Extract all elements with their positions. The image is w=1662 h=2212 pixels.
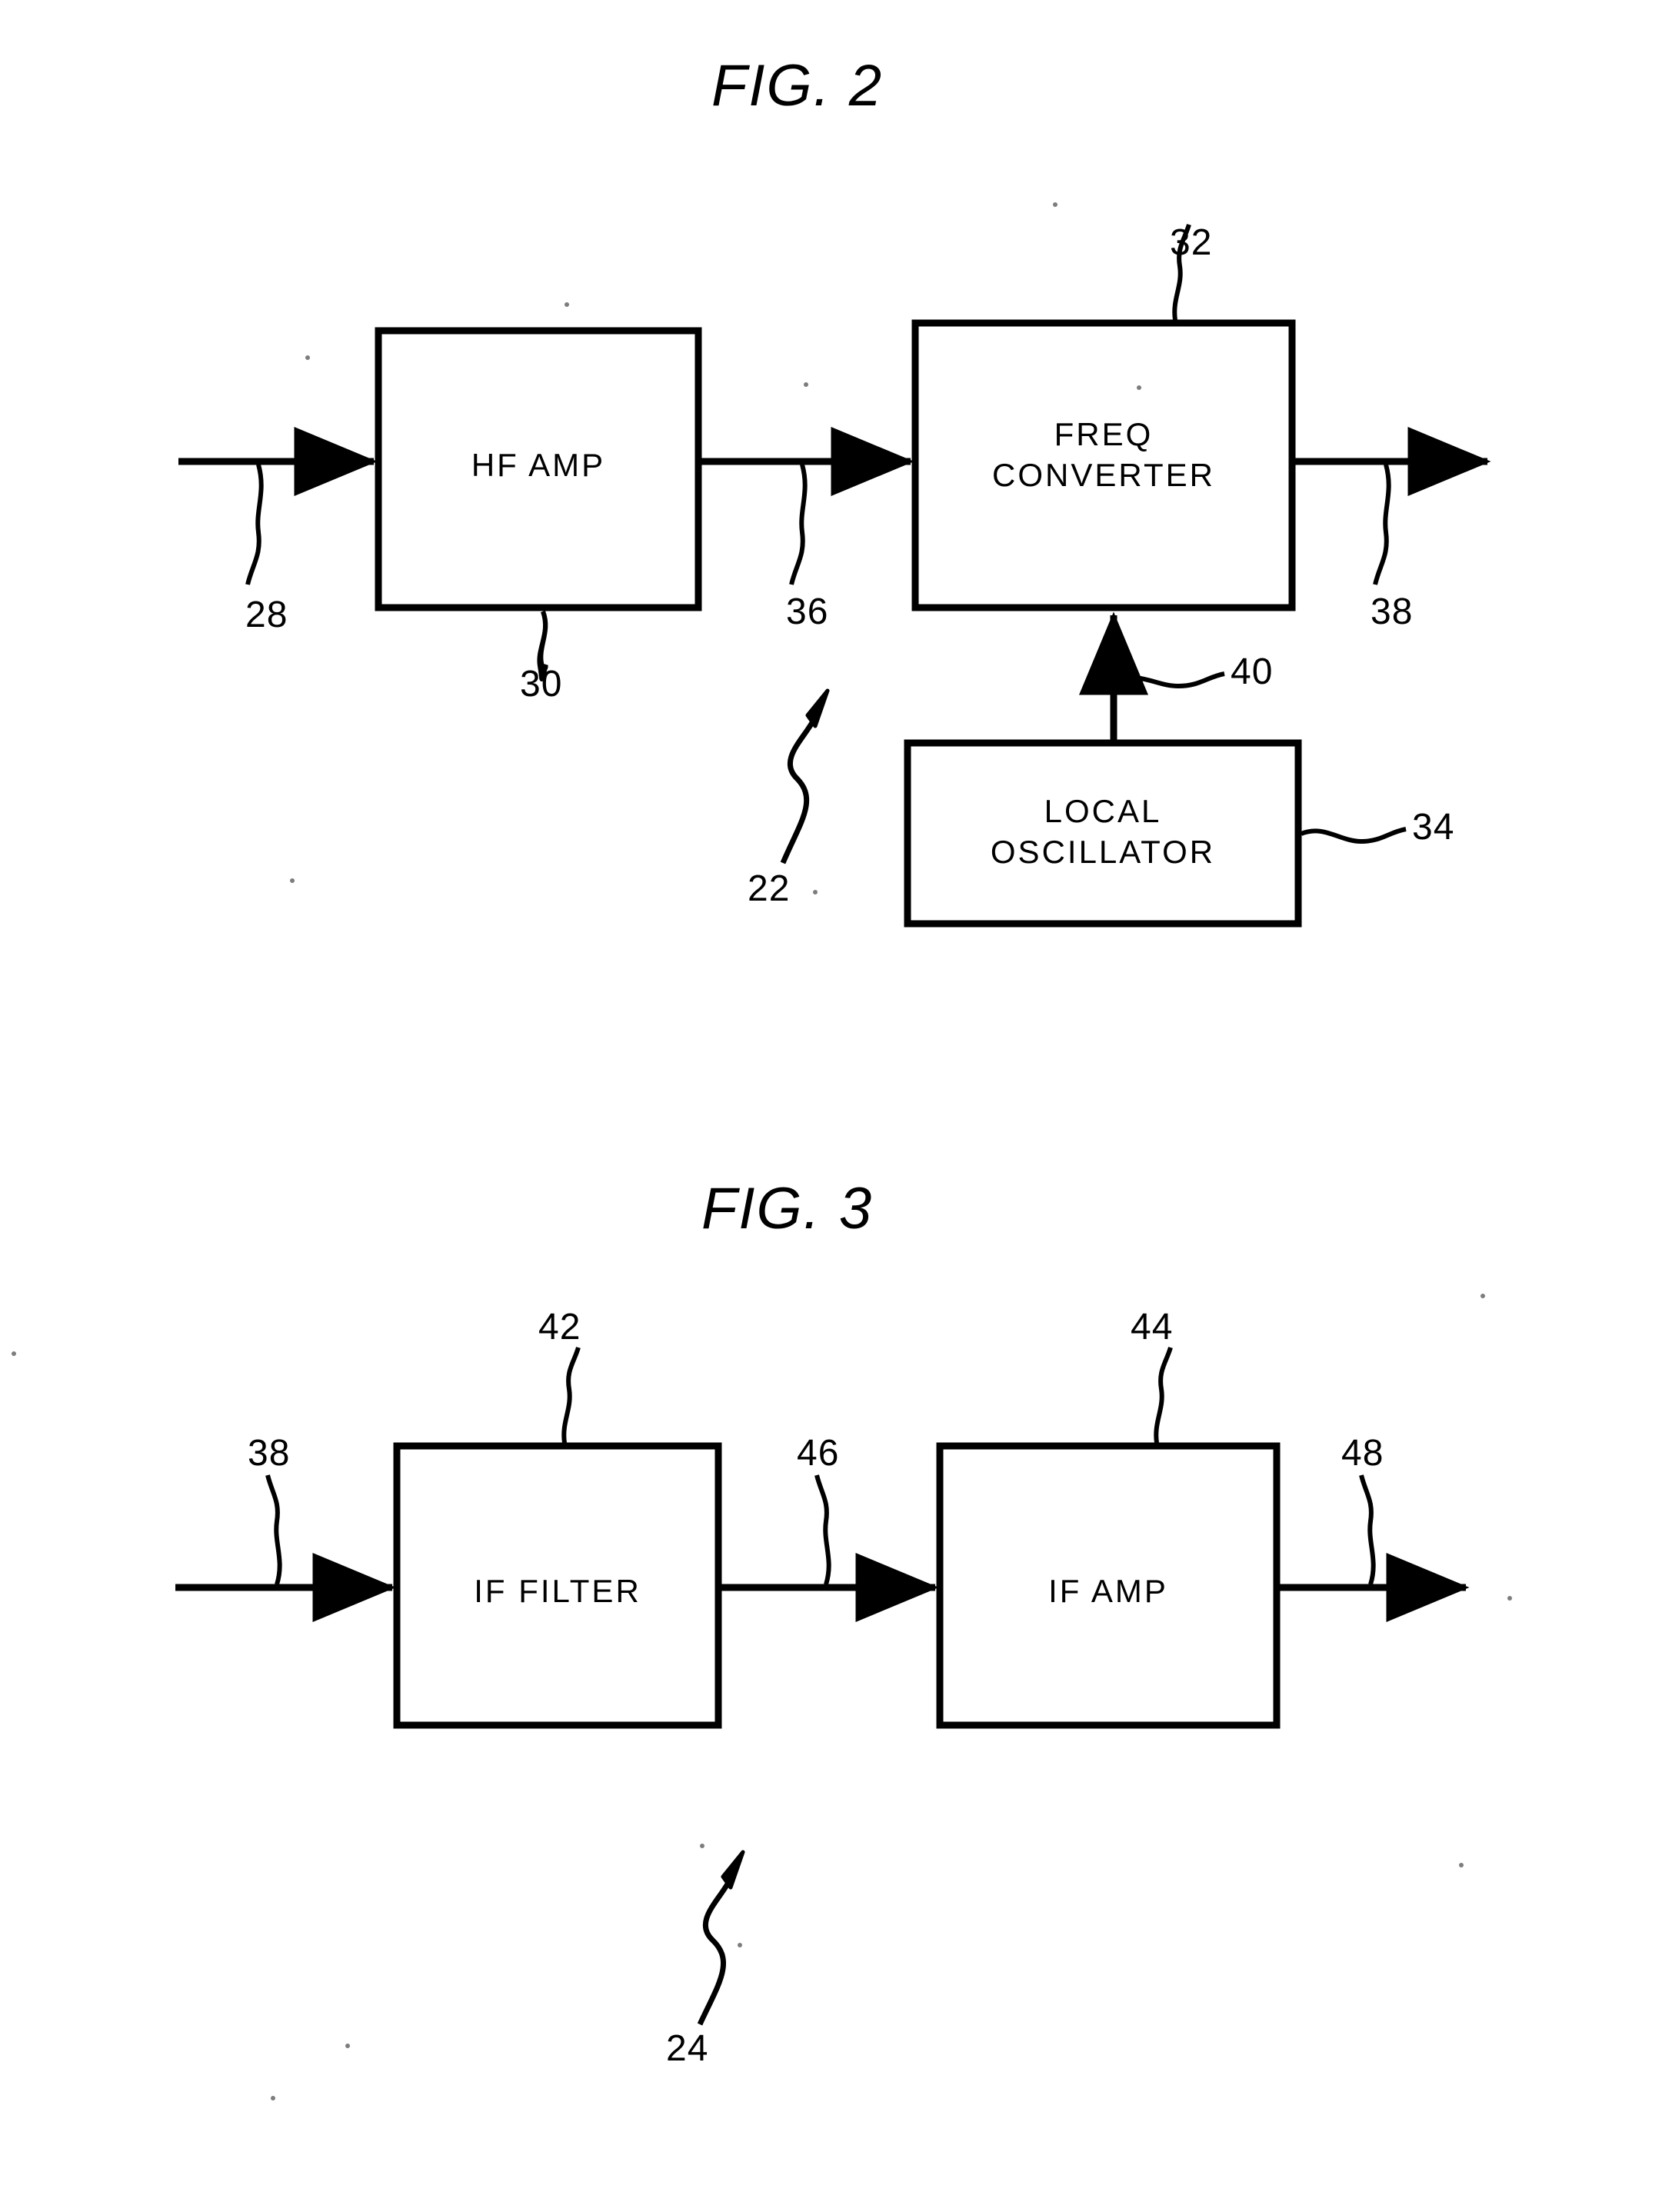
figure-2-title: FIG. 2	[711, 53, 884, 118]
reference-numeral-28: 28	[245, 595, 288, 635]
block-if-amp-label: IF AMP	[1048, 1573, 1168, 1609]
leader-44	[1154, 1347, 1173, 1444]
block-freq-converter-label-line1: FREQ	[1054, 416, 1154, 452]
leader-28	[245, 464, 264, 585]
block-local-oscillator-label-line1: LOCAL	[1044, 793, 1162, 829]
assembly-pointer-22	[780, 718, 817, 864]
leader-48	[1359, 1474, 1376, 1585]
assembly-pointer-24-head	[721, 1850, 745, 1890]
reference-numeral-30: 30	[520, 664, 563, 705]
block-freq-converter-label-line2: CONVERTER	[992, 457, 1215, 493]
reference-numeral-34: 34	[1412, 807, 1455, 848]
leader-40	[1116, 671, 1225, 689]
leader-46	[814, 1474, 831, 1585]
leader-38	[1373, 464, 1391, 585]
block-if-filter-label: IF FILTER	[474, 1573, 641, 1609]
assembly-pointer-24	[697, 1880, 732, 2026]
leader-38b	[265, 1474, 282, 1585]
block-hf-amp-label: HF AMP	[471, 447, 606, 483]
reference-numeral-42: 42	[538, 1307, 581, 1348]
leader-42	[561, 1347, 581, 1444]
reference-numeral-48: 48	[1341, 1433, 1384, 1474]
reference-numeral-40: 40	[1231, 651, 1274, 692]
reference-numeral-38: 38	[1371, 591, 1414, 632]
reference-numeral-22: 22	[748, 868, 791, 909]
leader-36	[789, 464, 808, 585]
leader-34	[1300, 827, 1407, 844]
reference-numeral-32: 32	[1170, 222, 1213, 263]
reference-numeral-38b: 38	[248, 1433, 291, 1474]
assembly-pointer-22-head	[805, 688, 830, 728]
figure-3-title: FIG. 3	[701, 1176, 874, 1241]
reference-numeral-24: 24	[666, 2028, 709, 2069]
reference-numeral-46: 46	[797, 1433, 840, 1474]
block-local-oscillator-label-line2: OSCILLATOR	[990, 834, 1216, 870]
reference-numeral-44: 44	[1131, 1307, 1174, 1348]
reference-numeral-36: 36	[786, 591, 829, 632]
figure-linework	[12, 202, 1512, 2100]
patent-drawing-sheet: FIG. 2 HF AMP FREQ CONVERTER LOCAL OSCIL…	[0, 0, 1662, 2212]
